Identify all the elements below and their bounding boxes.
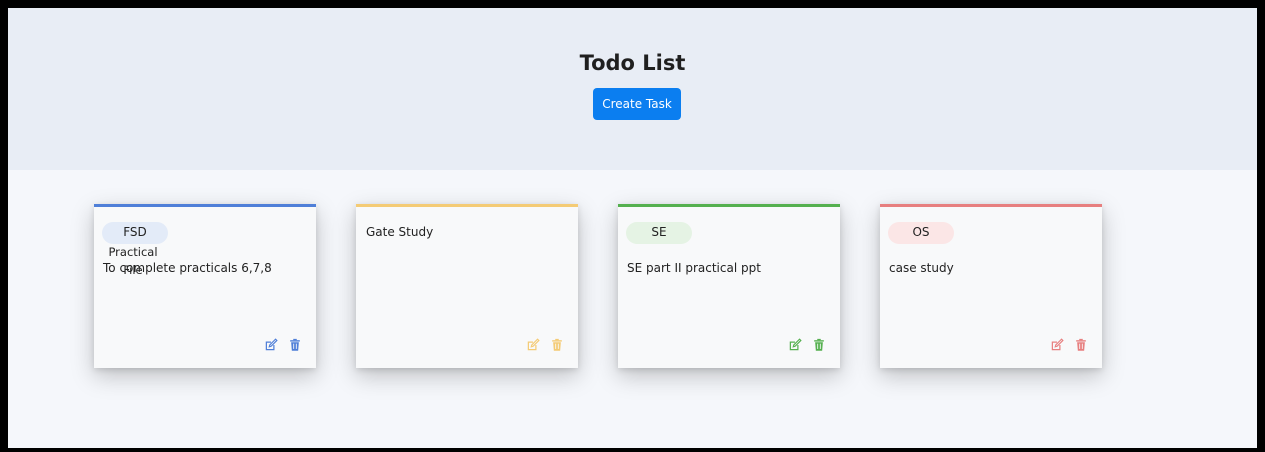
- task-card-gate-study: Gate Study: [356, 204, 578, 368]
- page-title: Todo List: [579, 51, 686, 75]
- task-title: Gate Study: [366, 225, 434, 239]
- card-accent-bar: [880, 204, 1102, 207]
- card-accent-bar: [94, 204, 316, 207]
- page-header: Todo List Create Task: [8, 8, 1257, 170]
- app-frame: Todo List Create Task FSD Practical File…: [8, 8, 1257, 448]
- card-actions: [526, 338, 564, 352]
- category-label: OS: [912, 225, 930, 239]
- trash-icon[interactable]: [288, 338, 302, 352]
- task-description: SE part II practical ppt: [627, 261, 761, 275]
- task-title: Practical: [108, 245, 158, 259]
- trash-icon[interactable]: [1074, 338, 1088, 352]
- trash-icon[interactable]: [812, 338, 826, 352]
- card-actions: [788, 338, 826, 352]
- card-actions: [264, 338, 302, 352]
- card-actions: [1050, 338, 1088, 352]
- card-accent-bar: [356, 204, 578, 207]
- trash-icon[interactable]: [550, 338, 564, 352]
- category-label: SE: [651, 225, 667, 239]
- edit-icon[interactable]: [788, 338, 802, 352]
- card-accent-bar: [618, 204, 840, 207]
- edit-icon[interactable]: [526, 338, 540, 352]
- task-card-se: SE SE part II practical ppt: [618, 204, 840, 368]
- category-label: FSD: [123, 225, 147, 239]
- edit-icon[interactable]: [1050, 338, 1064, 352]
- edit-icon[interactable]: [264, 338, 278, 352]
- task-card-fsd: FSD Practical File To complete practical…: [94, 204, 316, 368]
- task-description: case study: [889, 261, 954, 275]
- create-task-button[interactable]: Create Task: [593, 88, 681, 120]
- task-card-os: OS case study: [880, 204, 1102, 368]
- task-description: To complete practicals 6,7,8: [103, 261, 272, 275]
